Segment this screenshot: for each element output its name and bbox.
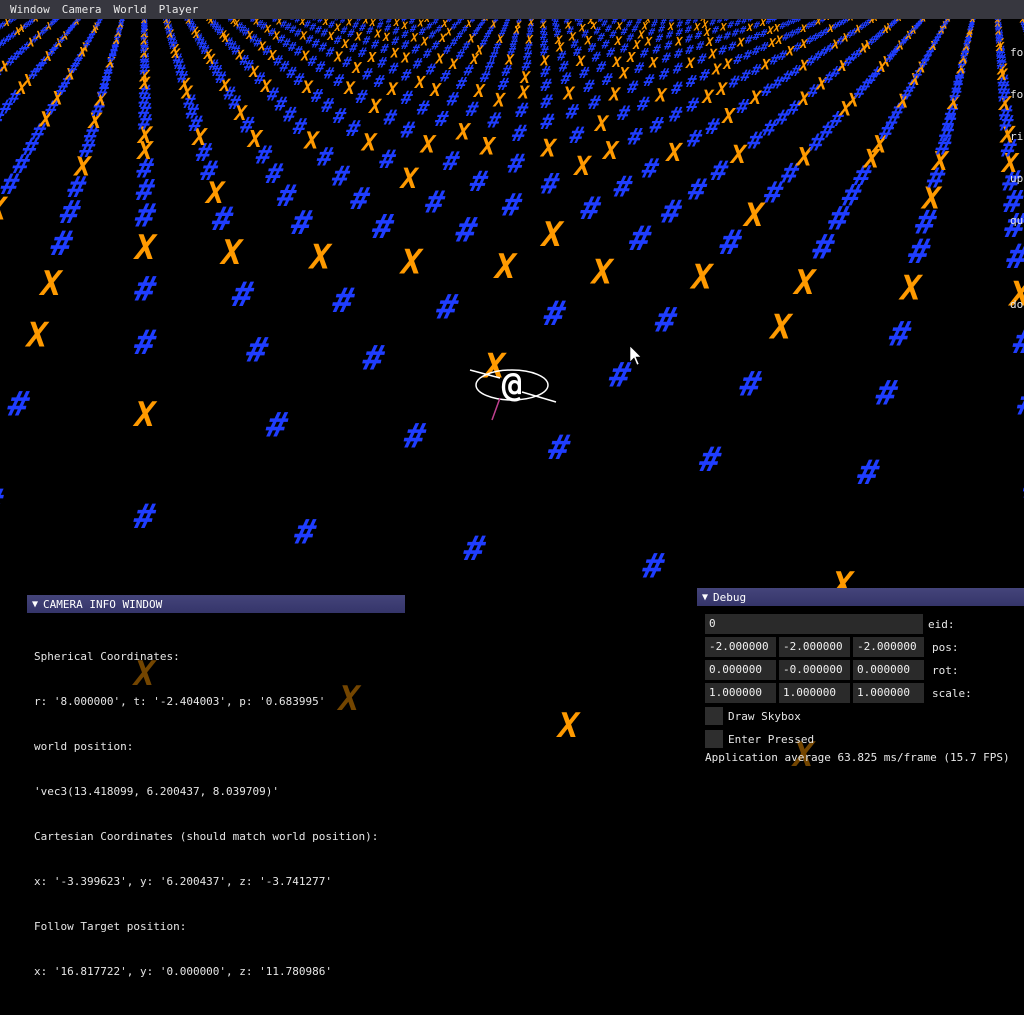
rot-x-input[interactable]: 0.000000 — [705, 660, 776, 680]
hint-spacer — [1010, 256, 1023, 270]
eid-row: 0 eid: — [705, 614, 1024, 634]
hint-line: ri — [1010, 130, 1023, 144]
fps-readout: Application average 63.825 ms/frame (15.… — [705, 751, 1010, 764]
camera-window-titlebar[interactable]: ▼ CAMERA INFO WINDOW — [27, 595, 405, 613]
spherical-heading: Spherical Coordinates: — [34, 649, 398, 664]
hint-line: fo — [1010, 88, 1023, 102]
cartesian-values: x: '-3.399623', y: '6.200437', z: '-3.74… — [34, 874, 398, 889]
rot-z-input[interactable]: 0.000000 — [853, 660, 924, 680]
menu-window[interactable]: Window — [4, 0, 56, 19]
enter-pressed-checkbox[interactable] — [705, 730, 723, 748]
pos-y-input[interactable]: -2.000000 — [779, 637, 850, 657]
scale-x-input[interactable]: 1.000000 — [705, 683, 776, 703]
pos-z-input[interactable]: -2.000000 — [853, 637, 924, 657]
hint-line: up — [1010, 172, 1023, 186]
menu-world[interactable]: World — [108, 0, 153, 19]
controls-hint-text: fo fo ri up qu do — [1010, 18, 1023, 326]
debug-window-content: 0 eid: -2.000000 -2.000000 -2.000000 pos… — [697, 606, 1024, 749]
hint-line: qu — [1010, 214, 1023, 228]
pos-x-input[interactable]: -2.000000 — [705, 637, 776, 657]
scale-y-input[interactable]: 1.000000 — [779, 683, 850, 703]
camera-info-window: ▼ CAMERA INFO WINDOW Spherical Coordinat… — [27, 595, 405, 740]
eid-label: eid: — [928, 618, 955, 631]
debug-window: ▼ Debug 0 eid: -2.000000 -2.000000 -2.00… — [697, 588, 1024, 768]
follow-target-heading: Follow Target position: — [34, 919, 398, 934]
scale-row: 1.000000 1.000000 1.000000 scale: — [705, 683, 1024, 703]
draw-skybox-label: Draw Skybox — [728, 710, 801, 723]
enter-pressed-label: Enter Pressed — [728, 733, 814, 746]
pos-row: -2.000000 -2.000000 -2.000000 pos: — [705, 637, 1024, 657]
camera-window-content: Spherical Coordinates: r: '8.000000', t:… — [27, 613, 405, 1015]
enter-pressed-row[interactable]: Enter Pressed — [705, 729, 1024, 749]
draw-skybox-row[interactable]: Draw Skybox — [705, 706, 1024, 726]
collapse-triangle-icon[interactable]: ▼ — [702, 592, 708, 603]
hint-line: do — [1010, 298, 1023, 312]
world-position-heading: world position: — [34, 739, 398, 754]
scale-label: scale: — [932, 687, 972, 700]
menu-bar: Window Camera World Player — [0, 0, 1024, 19]
rot-y-input[interactable]: -0.000000 — [779, 660, 850, 680]
menu-camera[interactable]: Camera — [56, 0, 108, 19]
camera-window-title: CAMERA INFO WINDOW — [43, 598, 162, 611]
player-glyph: @ — [502, 365, 522, 405]
scale-z-input[interactable]: 1.000000 — [853, 683, 924, 703]
spherical-values: r: '8.000000', t: '-2.404003', p: '0.683… — [34, 694, 398, 709]
cartesian-heading: Cartesian Coordinates (should match worl… — [34, 829, 398, 844]
debug-window-titlebar[interactable]: ▼ Debug — [697, 588, 1024, 606]
eid-input[interactable]: 0 — [705, 614, 923, 634]
draw-skybox-checkbox[interactable] — [705, 707, 723, 725]
rot-row: 0.000000 -0.000000 0.000000 rot: — [705, 660, 1024, 680]
world-position-value: 'vec3(13.418099, 6.200437, 8.039709)' — [34, 784, 398, 799]
menu-player[interactable]: Player — [153, 0, 205, 19]
rot-label: rot: — [932, 664, 959, 677]
follow-target-values: x: '16.817722', y: '0.000000', z: '11.78… — [34, 964, 398, 979]
debug-window-title: Debug — [713, 591, 746, 604]
collapse-triangle-icon[interactable]: ▼ — [32, 599, 38, 610]
pos-label: pos: — [932, 641, 959, 654]
hint-line: fo — [1010, 46, 1023, 60]
